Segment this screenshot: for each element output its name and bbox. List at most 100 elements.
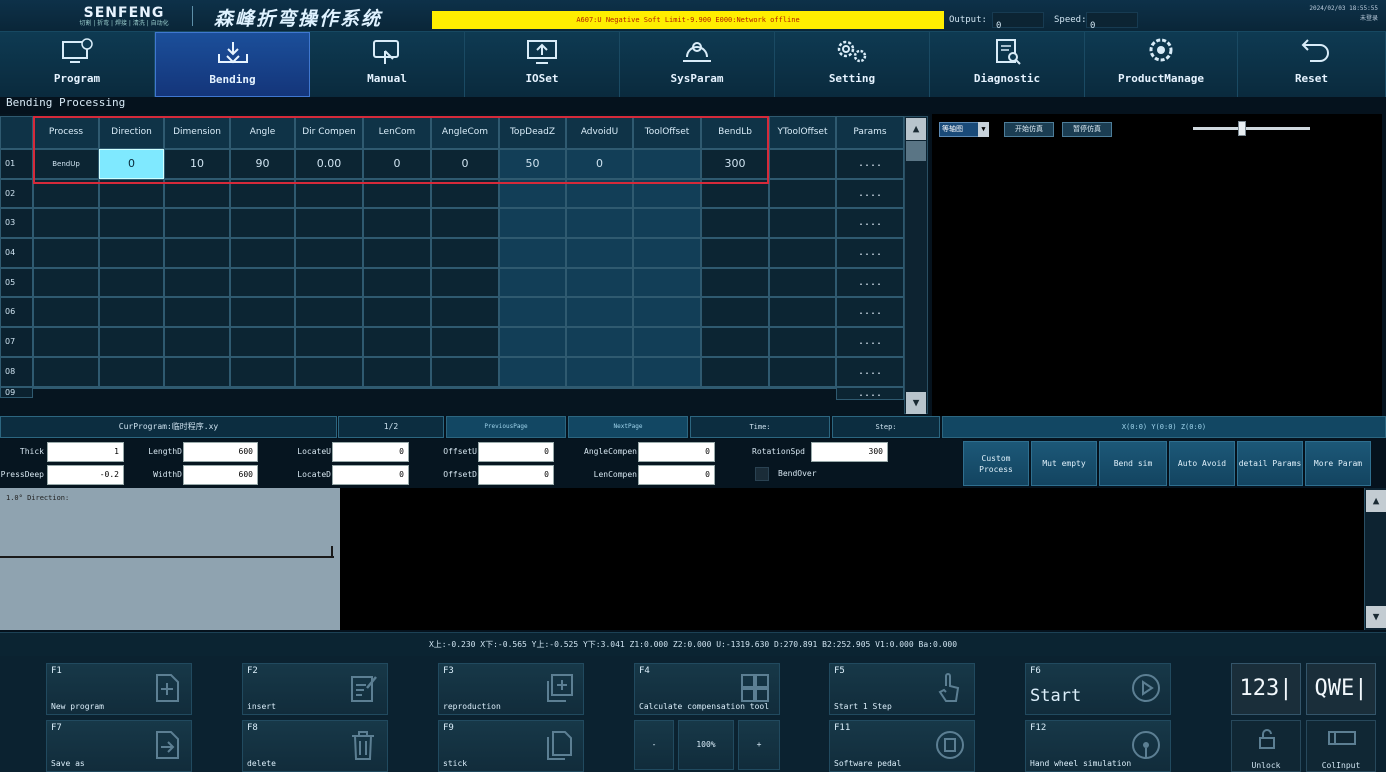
alarm-banner[interactable]: A607:U Negative Soft Limit-9.900 E000:Ne… [432,11,944,29]
cell-bend-lb[interactable] [701,327,769,357]
cell-len-com[interactable]: 0 [363,149,431,179]
column-header-dimension[interactable]: Dimension [164,116,230,149]
nav-program[interactable]: Program [0,32,155,97]
nav-ioset[interactable]: IOSet [465,32,620,97]
nav-product-manage[interactable]: ProductManage [1085,32,1238,97]
column-header-y-tool-offset[interactable]: YToolOffset [769,116,836,149]
cell-direction[interactable] [99,387,164,389]
cell-avoid-u[interactable] [566,327,633,357]
row-number[interactable]: 02 [0,179,33,208]
cell-process[interactable] [33,297,99,327]
cell-dir-compen[interactable] [295,387,363,389]
cell-tool-offset[interactable] [633,208,701,238]
offset-d-input[interactable]: 0 [478,465,554,485]
cell-avoid-u[interactable] [566,268,633,297]
cell-params[interactable]: .... [836,179,904,208]
cell-dir-compen[interactable] [295,238,363,268]
chevron-down-icon[interactable]: ▼ [978,122,989,137]
column-header-bend-lb[interactable]: BendLb [701,116,769,149]
cell-y-tool-offset[interactable] [769,208,836,238]
cell-direction[interactable] [99,179,164,208]
column-header-dir-compen[interactable]: Dir Compen [295,116,363,149]
cell-dir-compen[interactable] [295,297,363,327]
width-input[interactable]: 600 [183,465,258,485]
cell-angle[interactable] [230,387,295,389]
bend-sim-button[interactable]: Bend sim [1099,441,1167,486]
cell-direction[interactable] [99,357,164,387]
cell-angle-com[interactable] [431,357,499,387]
cell-angle-com[interactable] [431,179,499,208]
next-page-button[interactable]: NextPage [568,416,688,438]
column-header-direction[interactable]: Direction [99,116,164,149]
cell-y-tool-offset[interactable] [769,357,836,387]
more-param-button[interactable]: More Param [1305,441,1371,486]
f7-save-as-button[interactable]: F7 Save as [46,720,192,772]
cell-bend-lb[interactable] [701,208,769,238]
f6-start-button[interactable]: F6 Start [1025,663,1171,715]
cell-tool-offset[interactable] [633,357,701,387]
cell-len-com[interactable] [363,357,431,387]
length-input[interactable]: 600 [183,442,258,462]
cell-avoid-u[interactable] [566,179,633,208]
cell-direction[interactable]: 0 [99,149,164,179]
cell-dimension[interactable] [164,297,230,327]
cell-angle[interactable]: 90 [230,149,295,179]
scroll-up-button[interactable]: ▲ [906,118,926,140]
cell-tool-offset[interactable] [633,268,701,297]
cell-direction[interactable] [99,327,164,357]
cell-bend-lb[interactable] [701,387,769,389]
cell-dir-compen[interactable] [295,357,363,387]
unlock-button[interactable]: Unlock [1231,720,1301,772]
column-header-process[interactable]: Process [33,116,99,149]
row-number[interactable]: 01 [0,149,33,179]
cell-bend-lb[interactable] [701,357,769,387]
cell-angle-com[interactable]: 0 [431,149,499,179]
cell-process[interactable] [33,179,99,208]
cell-avoid-u[interactable] [566,297,633,327]
column-header-angle[interactable]: Angle [230,116,295,149]
bendover-checkbox[interactable] [755,467,769,481]
offset-u-input[interactable]: 0 [478,442,554,462]
zoom-out-button[interactable]: - [634,720,674,770]
bend-profile-view[interactable] [0,488,340,630]
cell-top-dead-z[interactable] [499,208,566,238]
cell-angle[interactable] [230,268,295,297]
cell-y-tool-offset[interactable] [769,387,836,389]
scroll-down-button[interactable]: ▼ [906,392,926,414]
cell-process[interactable] [33,357,99,387]
cell-angle-com[interactable] [431,208,499,238]
cell-bend-lb[interactable] [701,268,769,297]
simulation-view[interactable] [932,114,1382,416]
cell-direction[interactable] [99,268,164,297]
column-header-tool-offset[interactable]: ToolOffset [633,116,701,149]
cell-angle-com[interactable] [431,297,499,327]
cell-process[interactable] [33,327,99,357]
cell-top-dead-z[interactable] [499,387,566,389]
cell-process[interactable] [33,238,99,268]
cell-len-com[interactable] [363,387,431,389]
cell-top-dead-z[interactable] [499,327,566,357]
cell-direction[interactable] [99,297,164,327]
table-scrollbar[interactable]: ▲ ▼ [904,116,928,414]
cell-avoid-u[interactable]: 0 [566,149,633,179]
previous-page-button[interactable]: PreviousPage [446,416,566,438]
cell-angle-com[interactable] [431,268,499,297]
thick-input[interactable]: 1 [47,442,124,462]
col-input-button[interactable]: ColInput [1306,720,1376,772]
cell-dimension[interactable] [164,179,230,208]
cell-params[interactable]: .... [836,149,904,179]
column-header-top-dead-z[interactable]: TopDeadZ [499,116,566,149]
cell-top-dead-z[interactable]: 50 [499,149,566,179]
f12-hand-wheel-button[interactable]: F12 Hand wheel simulation [1025,720,1171,772]
scroll-up-button[interactable]: ▲ [1366,490,1386,512]
slider-thumb[interactable] [1238,121,1246,136]
cell-y-tool-offset[interactable] [769,238,836,268]
cell-top-dead-z[interactable] [499,238,566,268]
f8-delete-button[interactable]: F8 delete [242,720,388,772]
cell-bend-lb[interactable] [701,297,769,327]
nav-manual[interactable]: Manual [310,32,465,97]
f11-software-pedal-button[interactable]: F11 Software pedal [829,720,975,772]
cell-y-tool-offset[interactable] [769,149,836,179]
cell-angle-com[interactable] [431,387,499,389]
row-number[interactable]: 05 [0,268,33,297]
